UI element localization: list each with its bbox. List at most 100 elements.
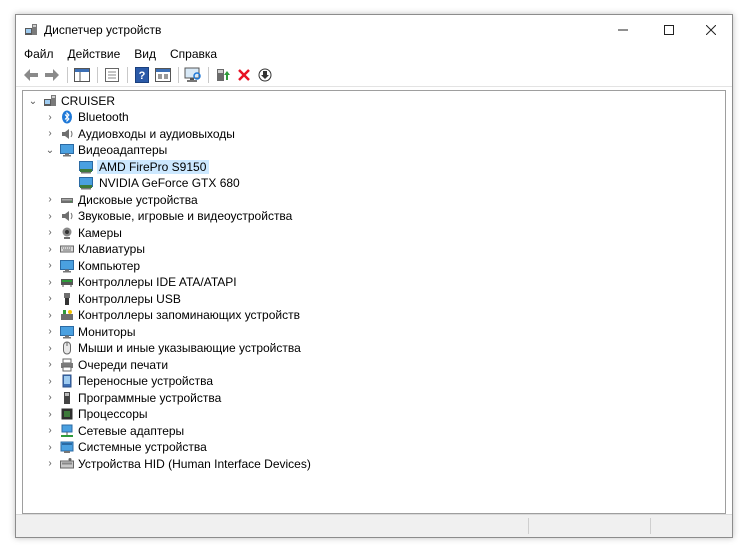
chevron-right-icon[interactable]: ›: [44, 340, 56, 356]
tree-category[interactable]: › Мыши и иные указывающие устройства: [44, 340, 300, 356]
scan-hardware-button[interactable]: [184, 66, 202, 84]
status-divider: [650, 518, 651, 534]
tree-category[interactable]: › Компьютер: [44, 258, 140, 274]
category-label: Системные устройства: [78, 440, 207, 454]
download-circle-icon: [258, 68, 272, 81]
chevron-right-icon[interactable]: ›: [44, 274, 56, 290]
category-label: Контроллеры IDE ATA/ATAPI: [78, 275, 237, 289]
tree-category[interactable]: › Дисковые устройства: [44, 192, 197, 208]
menu-action[interactable]: Действие: [68, 47, 121, 61]
svg-text:?: ?: [139, 70, 146, 82]
display-adapter-icon: [79, 177, 93, 190]
view-button[interactable]: [154, 66, 172, 84]
category-label: Мониторы: [78, 324, 136, 339]
mouse-icon: [63, 341, 71, 355]
chevron-right-icon[interactable]: ›: [44, 192, 56, 208]
chevron-right-icon[interactable]: ›: [44, 291, 56, 307]
menu-bar: Файл Действие Вид Справка: [16, 45, 732, 63]
tree-category[interactable]: › Контроллеры IDE ATA/ATAPI: [44, 274, 237, 290]
tree-category[interactable]: › Клавиатуры: [44, 241, 145, 257]
maximize-icon: [664, 25, 674, 35]
tree-root[interactable]: ⌄ CRUISER: [27, 93, 115, 109]
minimize-icon: [618, 29, 628, 31]
update-driver-button[interactable]: [214, 66, 232, 84]
monitor-icon: [60, 259, 74, 272]
usb-icon: [64, 292, 70, 305]
show-hide-tree-button[interactable]: [73, 66, 91, 84]
tree-category[interactable]: › Программные устройства: [44, 390, 221, 406]
chevron-right-icon[interactable]: ›: [44, 390, 56, 406]
maximize-button[interactable]: [646, 15, 692, 45]
toolbar-separator: [208, 66, 209, 83]
properties-button[interactable]: [103, 66, 121, 84]
tree-category[interactable]: › Мониторы: [44, 324, 135, 340]
chevron-down-icon[interactable]: ⌄: [27, 93, 39, 109]
menu-help[interactable]: Справка: [170, 47, 217, 61]
menu-file[interactable]: Файл: [24, 47, 54, 61]
speaker-icon: [62, 211, 73, 221]
category-label: Сетевые адаптеры: [78, 423, 185, 438]
chevron-right-icon[interactable]: ›: [44, 208, 56, 224]
tree-category[interactable]: › Системные устройства: [44, 439, 207, 455]
tree-category[interactable]: › Контроллеры USB: [44, 291, 181, 307]
tree-category[interactable]: › Звуковые, игровые и видеоустройства: [44, 208, 292, 224]
download-driver-button[interactable]: [256, 66, 274, 84]
close-icon: [706, 25, 716, 35]
chevron-right-icon[interactable]: ›: [44, 307, 56, 323]
chevron-right-icon[interactable]: ›: [44, 225, 56, 241]
tree-category[interactable]: › Устройства HID (Human Interface Device…: [44, 456, 311, 472]
tree-category[interactable]: › Сетевые адаптеры: [44, 423, 184, 439]
minimize-button[interactable]: [600, 15, 646, 45]
arrow-left-icon: [24, 68, 38, 81]
device-manager-window: Диспетчер устройств Файл Действие Вид Сп…: [15, 14, 733, 538]
tree-category[interactable]: › Очереди печати: [44, 357, 168, 373]
display-adapter-icon: [60, 144, 74, 157]
chevron-right-icon[interactable]: ›: [44, 456, 56, 472]
close-button[interactable]: [688, 15, 734, 45]
chevron-right-icon[interactable]: ›: [44, 439, 56, 455]
help-button[interactable]: ?: [133, 66, 151, 84]
forward-button[interactable]: [43, 66, 61, 84]
chevron-right-icon[interactable]: ›: [44, 324, 56, 340]
chevron-right-icon[interactable]: ›: [44, 423, 56, 439]
chevron-down-icon[interactable]: ⌄: [44, 142, 56, 158]
toolbar: ?: [16, 63, 732, 87]
tree-category[interactable]: ⌄ Видеоадаптеры: [44, 142, 167, 158]
uninstall-device-button[interactable]: [235, 66, 253, 84]
category-label: Аудиовходы и аудиовыходы: [78, 126, 235, 141]
chevron-right-icon[interactable]: ›: [44, 109, 56, 125]
category-label: Очереди печати: [78, 357, 169, 372]
back-button[interactable]: [22, 66, 40, 84]
chevron-right-icon[interactable]: ›: [44, 126, 56, 142]
tree-device[interactable]: NVIDIA GeForce GTX 680: [75, 175, 240, 191]
tree-category[interactable]: › Bluetooth: [44, 109, 128, 125]
device-label: NVIDIA GeForce GTX 680: [99, 176, 240, 190]
chevron-right-icon[interactable]: ›: [44, 357, 56, 373]
chevron-right-icon[interactable]: ›: [44, 373, 56, 389]
chevron-right-icon[interactable]: ›: [44, 241, 56, 257]
category-label: Контроллеры USB: [78, 291, 181, 306]
toolbar-separator: [67, 66, 68, 83]
help-icon: ?: [135, 66, 149, 83]
hid-icon: [60, 457, 74, 468]
uninstall-x-icon: [238, 68, 250, 81]
tree-device[interactable]: AMD FirePro S9150: [75, 159, 210, 175]
menu-view[interactable]: Вид: [134, 47, 156, 61]
keyboard-icon: [60, 245, 74, 253]
bluetooth-icon: [62, 110, 72, 124]
tree-category[interactable]: › Процессоры: [44, 406, 147, 422]
category-label: Камеры: [78, 225, 122, 240]
chevron-right-icon[interactable]: ›: [44, 258, 56, 274]
tree-category[interactable]: › Переносные устройства: [44, 373, 213, 389]
tree-category[interactable]: › Контроллеры запоминающих устройств: [44, 307, 300, 323]
tree-category[interactable]: › Камеры: [44, 225, 122, 241]
device-manager-app-icon: [25, 24, 37, 35]
device-tree[interactable]: ⌄ CRUISER › Bluetooth › Аудиовходы и ауд…: [22, 90, 726, 514]
software-device-icon: [64, 391, 70, 404]
arrow-right-icon: [45, 68, 59, 81]
tree-category[interactable]: › Аудиовходы и аудиовыходы: [44, 126, 235, 142]
window-title: Диспетчер устройств: [44, 23, 162, 37]
category-label: Звуковые, игровые и видеоустройства: [78, 209, 293, 223]
chevron-right-icon[interactable]: ›: [44, 406, 56, 422]
title-bar[interactable]: Диспетчер устройств: [16, 15, 732, 45]
